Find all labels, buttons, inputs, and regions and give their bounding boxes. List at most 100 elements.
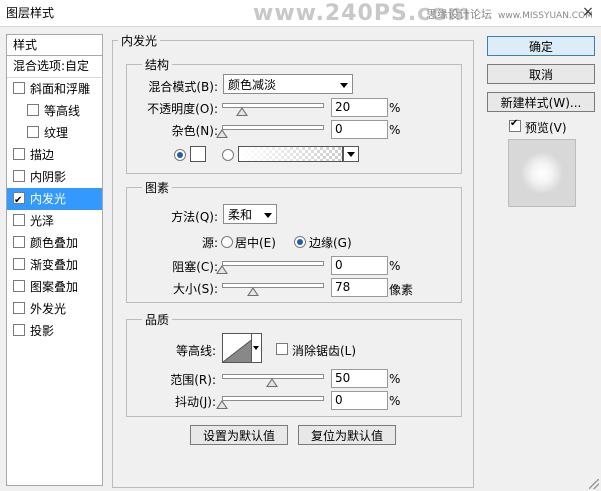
gradient-fade	[239, 147, 342, 161]
solid-color-radio[interactable]	[174, 149, 186, 161]
gradient-radio[interactable]	[222, 149, 234, 161]
color-overlay-checkbox[interactable]	[13, 236, 25, 248]
pattern-overlay-checkbox[interactable]	[13, 280, 25, 292]
satin-checkbox[interactable]	[13, 214, 25, 226]
preview-glow-swatch	[522, 153, 562, 193]
source-center-radio[interactable]	[221, 236, 233, 248]
style-item-label: 内阴影	[30, 170, 67, 184]
method-value: 柔和	[228, 208, 253, 222]
chevron-down-icon	[264, 213, 272, 218]
styles-header[interactable]: 样式	[7, 35, 102, 56]
noise-unit: %	[389, 123, 401, 137]
bevel-emboss-checkbox[interactable]	[13, 82, 25, 94]
noise-slider[interactable]	[222, 125, 324, 130]
choke-slider[interactable]	[222, 261, 324, 266]
method-select[interactable]: 柔和	[223, 204, 277, 224]
choke-slider-thumb[interactable]	[216, 265, 228, 274]
style-item-label: 内发光	[30, 192, 67, 206]
watermark-side-text: 思缘设计论坛	[426, 8, 492, 21]
jitter-slider-thumb[interactable]	[216, 400, 228, 409]
make-default-button[interactable]: 设置为默认值	[190, 425, 288, 445]
style-item-texture[interactable]: 纹理	[7, 122, 102, 144]
size-slider-thumb[interactable]	[247, 287, 259, 296]
source-edge-radio[interactable]	[294, 236, 306, 248]
style-item-label: 颜色叠加	[30, 236, 79, 250]
glow-gradient-picker[interactable]	[238, 146, 343, 162]
opacity-unit: %	[389, 101, 401, 115]
method-label: 方法(Q):	[171, 210, 218, 224]
stroke-checkbox[interactable]	[13, 148, 25, 160]
contour-checkbox[interactable]	[27, 104, 39, 116]
choke-unit: %	[389, 259, 401, 273]
style-item-label: 斜面和浮雕	[30, 82, 91, 96]
noise-slider-thumb[interactable]	[216, 129, 228, 138]
size-input[interactable]: 78	[331, 278, 388, 297]
new-style-button[interactable]: 新建样式(W)...	[487, 92, 595, 112]
opacity-input[interactable]: 20	[331, 98, 388, 117]
choke-input[interactable]: 0	[331, 256, 388, 275]
range-unit: %	[389, 372, 401, 386]
style-item-label: 纹理	[44, 126, 69, 140]
style-preview	[508, 139, 576, 207]
outer-glow-checkbox[interactable]	[13, 302, 25, 314]
glow-color-swatch[interactable]	[190, 146, 206, 162]
jitter-input[interactable]: 0	[331, 391, 388, 410]
blend-mode-label: 混合模式(B):	[148, 80, 218, 94]
blending-options-item[interactable]: 混合选项:自定	[7, 56, 102, 78]
gradient-dropdown-icon[interactable]	[343, 146, 359, 162]
style-item-pattern-overlay[interactable]: 图案叠加	[7, 276, 102, 298]
style-item-label: 图案叠加	[30, 280, 79, 294]
inner-shadow-checkbox[interactable]	[13, 170, 25, 182]
style-item-stroke[interactable]: 描边	[7, 144, 102, 166]
opacity-slider-thumb[interactable]	[236, 107, 248, 116]
style-item-label: 外发光	[30, 302, 67, 316]
style-item-drop-shadow[interactable]: 投影	[7, 320, 102, 342]
range-slider-thumb[interactable]	[266, 378, 278, 387]
structure-title: 结构	[142, 56, 173, 73]
style-item-gradient-overlay[interactable]: 渐变叠加	[7, 254, 102, 276]
size-label: 大小(S):	[172, 282, 218, 296]
drop-shadow-checkbox[interactable]	[13, 324, 25, 336]
reset-default-button[interactable]: 复位为默认值	[298, 425, 396, 445]
jitter-slider[interactable]	[222, 396, 324, 401]
style-item-label: 渐变叠加	[30, 258, 79, 272]
choke-label: 阻塞(C):	[172, 260, 218, 274]
ok-button[interactable]: 确定	[487, 36, 595, 56]
gradient-overlay-checkbox[interactable]	[13, 258, 25, 270]
cancel-button[interactable]: 取消	[487, 64, 595, 84]
watermark-side: 思缘设计论坛 www.MISSYUAN.COM	[426, 6, 593, 22]
noise-input[interactable]: 0	[331, 120, 388, 139]
preview-label[interactable]: 预览(V)	[525, 119, 567, 136]
close-icon[interactable]: ×	[580, 4, 596, 20]
contour-dropdown-icon[interactable]	[251, 333, 262, 363]
window-title: 图层样式	[6, 6, 55, 20]
elements-title: 图素	[142, 179, 173, 196]
source-edge-label[interactable]: 边缘(G)	[309, 234, 352, 251]
style-item-label: 投影	[30, 324, 55, 338]
style-item-contour[interactable]: 等高线	[7, 100, 102, 122]
style-item-inner-glow[interactable]: 内发光	[7, 188, 102, 212]
preview-checkbox[interactable]	[509, 118, 521, 132]
source-label: 源:	[201, 236, 218, 250]
style-item-label: 等高线	[44, 104, 81, 118]
style-item-outer-glow[interactable]: 外发光	[7, 298, 102, 320]
blend-mode-select[interactable]: 颜色减淡	[223, 74, 353, 94]
resize-grip-icon[interactable]	[589, 479, 599, 489]
antialias-checkbox[interactable]	[276, 343, 288, 355]
inner-glow-checkbox[interactable]	[13, 190, 25, 212]
source-center-label[interactable]: 居中(E)	[235, 234, 276, 251]
style-item-inner-shadow[interactable]: 内阴影	[7, 166, 102, 188]
range-input[interactable]: 50	[331, 369, 388, 388]
styles-list: 样式 混合选项:自定 斜面和浮雕 等高线 纹理 描边 内阴影 内发光 光泽 颜色…	[6, 34, 103, 486]
antialias-label[interactable]: 消除锯齿(L)	[292, 342, 356, 359]
watermark-url: www.MISSYUAN.COM	[498, 11, 593, 21]
style-item-satin[interactable]: 光泽	[7, 210, 102, 232]
size-slider[interactable]	[222, 283, 324, 288]
style-item-label: 描边	[30, 148, 55, 162]
style-item-bevel-emboss[interactable]: 斜面和浮雕	[7, 78, 102, 100]
texture-checkbox[interactable]	[27, 126, 39, 138]
style-item-label: 光泽	[30, 214, 55, 228]
quality-title: 品质	[142, 311, 173, 328]
style-item-color-overlay[interactable]: 颜色叠加	[7, 232, 102, 254]
inner-glow-title: 内发光	[118, 32, 161, 49]
